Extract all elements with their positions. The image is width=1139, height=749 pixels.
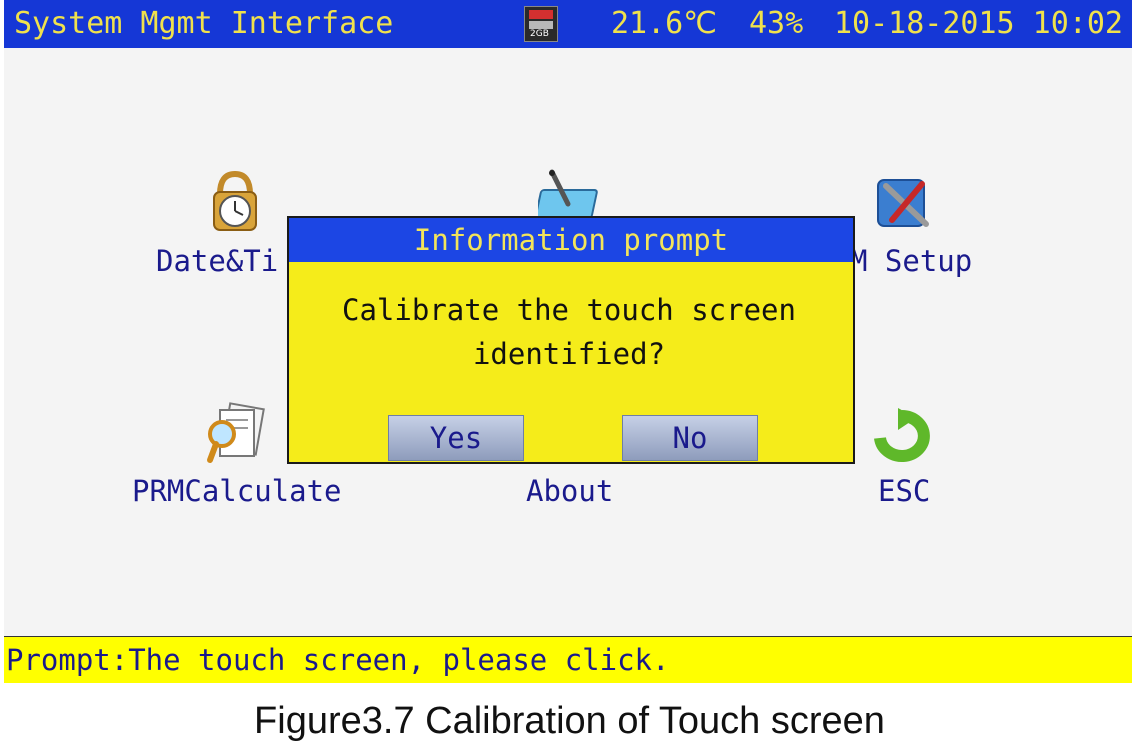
yes-button[interactable]: Yes: [388, 415, 524, 461]
device-screen: System Mgmt Interface 2GB 21.6℃ 43% 10-1…: [4, 0, 1132, 683]
dialog-message: Calibrate the touch screen identified?: [299, 288, 839, 376]
esc-label[interactable]: ESC: [878, 473, 930, 509]
prompt-text: Prompt:The touch screen, please click.: [6, 643, 670, 677]
no-button[interactable]: No: [622, 415, 758, 461]
sd-card-icon: 2GB: [524, 6, 558, 42]
prm-setup-label[interactable]: M Setup: [850, 243, 972, 279]
temperature-readout: 21.6℃: [611, 6, 717, 41]
date-time-label[interactable]: Date&Ti: [156, 243, 278, 279]
information-prompt-dialog: Information prompt Calibrate the touch s…: [287, 216, 855, 464]
about-label[interactable]: About: [526, 473, 613, 509]
dialog-message-line1: Calibrate the touch screen: [342, 293, 796, 327]
return-arrow-icon[interactable]: [870, 408, 934, 464]
prm-calculate-label[interactable]: PRMCalculate: [132, 473, 342, 509]
sd-card-capacity: 2GB: [530, 29, 549, 39]
figure-caption: Figure3.7 Calibration of Touch screen: [254, 700, 885, 742]
clock-lock-icon[interactable]: [204, 168, 266, 234]
dialog-title: Information prompt: [289, 218, 853, 262]
app-title: System Mgmt Interface: [14, 6, 394, 41]
title-bar: System Mgmt Interface 2GB 21.6℃ 43% 10-1…: [4, 0, 1132, 48]
touch-screen-pen-icon[interactable]: [538, 168, 608, 218]
dialog-message-line2: identified?: [472, 337, 666, 371]
magnifier-document-icon[interactable]: [204, 402, 270, 466]
datetime-readout: 10-18-2015 10:02: [834, 6, 1123, 41]
humidity-readout: 43%: [749, 6, 804, 41]
prompt-bar: Prompt:The touch screen, please click.: [4, 636, 1132, 683]
tools-icon[interactable]: [872, 172, 938, 232]
